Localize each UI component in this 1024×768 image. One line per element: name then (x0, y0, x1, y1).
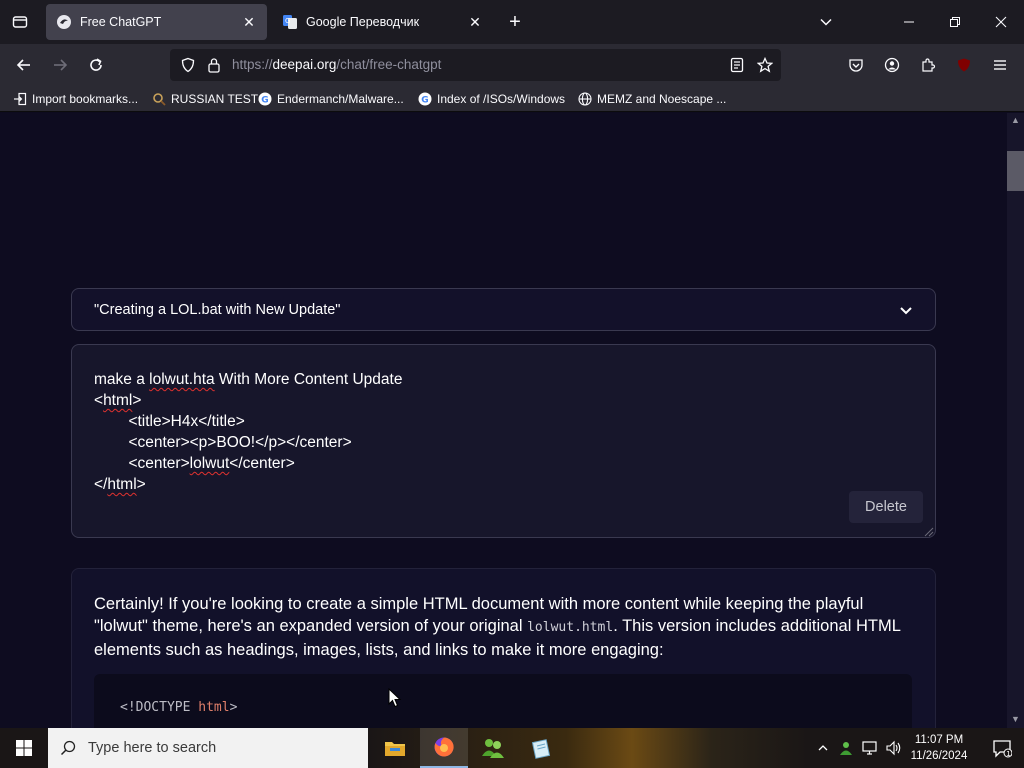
minimize-icon[interactable] (886, 0, 932, 44)
user-message-line: <center>lolwut</center> (94, 455, 295, 472)
notification-count: 1 (1006, 750, 1010, 758)
code-block: <!DOCTYPE html> (94, 674, 912, 728)
user-message-line: make a lolwut.hta With More Content Upda… (94, 371, 403, 388)
magnifier-favicon (151, 91, 167, 107)
chevron-down-icon[interactable] (897, 301, 915, 319)
page-viewport: "Creating a LOL.bat with New Update" mak… (0, 113, 1007, 728)
url-text[interactable]: https://deepai.org/chat/free-chatgpt (232, 57, 441, 72)
clock-date: 11/26/2024 (910, 750, 968, 762)
inline-code: lolwut.html (527, 620, 614, 635)
google-favicon: G (417, 91, 433, 107)
back-arrow-icon[interactable] (9, 50, 39, 80)
url-host: deepai.org (272, 57, 337, 72)
delete-button[interactable]: Delete (849, 491, 923, 523)
assistant-message-text: Certainly! If you're looking to create a… (94, 593, 914, 661)
notepad-app-icon[interactable] (518, 728, 566, 768)
assistant-message: Certainly! If you're looking to create a… (71, 568, 936, 728)
taskbar-search-box[interactable]: Type here to search (48, 728, 368, 768)
bookmark-label: Endermanch/Malware... (277, 92, 404, 106)
tracking-shield-icon[interactable] (178, 55, 198, 75)
scroll-up-arrow-icon[interactable]: ▲ (1007, 115, 1024, 127)
conversation-title-dropdown[interactable]: "Creating a LOL.bat with New Update" (71, 288, 936, 331)
ublock-extension-icon[interactable] (951, 52, 977, 78)
bookmark-memz[interactable]: MEMZ and Noescape ... (577, 90, 726, 108)
tab-free-chatgpt[interactable]: Free ChatGPT ✕ (46, 4, 267, 40)
bookmark-label: Import bookmarks... (32, 92, 139, 106)
resize-handle-icon[interactable] (922, 524, 934, 537)
bookmarks-toolbar: Import bookmarks... RUSSIAN TEST G Ender… (0, 86, 1024, 112)
code-line: <!DOCTYPE html> (120, 700, 238, 715)
close-tab-icon[interactable]: ✕ (241, 14, 257, 30)
user-message-line: </html> (94, 476, 146, 493)
windows-taskbar: Type here to search 11:07 PM 11/26/2024 … (0, 728, 1024, 768)
forward-arrow-icon[interactable] (45, 50, 75, 80)
windows-start-icon[interactable] (0, 728, 48, 768)
hamburger-menu-icon[interactable] (987, 52, 1013, 78)
svg-text:G: G (285, 17, 290, 25)
extensions-icon[interactable] (915, 52, 941, 78)
bookmark-import[interactable]: Import bookmarks... (12, 90, 138, 108)
close-window-icon[interactable] (978, 0, 1024, 44)
reload-icon[interactable] (81, 50, 111, 80)
navigation-toolbar: https://deepai.org/chat/free-chatgpt 20 (0, 44, 1024, 105)
bookmark-label: RUSSIAN TEST (171, 92, 259, 106)
search-placeholder: Type here to search (88, 740, 217, 756)
tab-google-translate[interactable]: G Google Переводчик ✕ (272, 4, 493, 40)
firefox-view-icon[interactable] (0, 0, 40, 44)
search-icon (48, 740, 88, 756)
url-scheme: https:// (232, 57, 273, 72)
bookmark-label: Index of /ISOs/Windows (437, 92, 566, 106)
bookmark-endermanch[interactable]: G Endermanch/Malware... (257, 90, 404, 108)
lock-icon[interactable] (204, 55, 224, 75)
taskbar-clock[interactable]: 11:07 PM 11/26/2024 (904, 732, 974, 764)
user-message-line: <center><p>BOO!</p></center> (94, 434, 352, 451)
bookmark-star-icon[interactable] (755, 55, 775, 75)
chevron-up-icon[interactable] (814, 728, 832, 768)
conversation-title: "Creating a LOL.bat with New Update" (94, 302, 341, 318)
network-icon[interactable] (860, 728, 882, 768)
user-message-line: <html> (94, 392, 142, 409)
close-tab-icon[interactable]: ✕ (467, 14, 483, 30)
restore-icon[interactable] (932, 0, 978, 44)
clock-time: 11:07 PM (914, 734, 964, 746)
account-icon[interactable] (879, 52, 905, 78)
globe-icon (577, 91, 593, 107)
volume-icon[interactable] (884, 728, 904, 768)
user-message-text[interactable]: make a lolwut.hta With More Content Upda… (94, 369, 402, 495)
user-message-line: <title>H4x</title> (94, 413, 245, 430)
scroll-thumb[interactable] (1007, 151, 1024, 191)
svg-text:G: G (421, 96, 428, 106)
address-bar[interactable]: https://deepai.org/chat/free-chatgpt (170, 49, 781, 81)
tab-title: Google Переводчик (306, 15, 420, 29)
firefox-icon[interactable] (420, 728, 468, 768)
mouse-pointer-icon (388, 687, 402, 708)
tab-title: Free ChatGPT (80, 15, 162, 29)
pocket-icon[interactable] (843, 52, 869, 78)
file-explorer-icon[interactable] (371, 728, 419, 768)
notification-center-icon[interactable]: 1 (980, 728, 1024, 768)
deepai-favicon (56, 14, 72, 30)
user-message-editor[interactable]: make a lolwut.hta With More Content Upda… (71, 344, 936, 538)
bookmark-isos-windows[interactable]: G Index of /ISOs/Windows (417, 90, 565, 108)
google-translate-favicon: G (282, 14, 298, 30)
reader-view-icon[interactable] (727, 55, 747, 75)
page-scrollbar[interactable]: ▲ ▼ (1007, 113, 1024, 728)
google-favicon: G (257, 91, 273, 107)
bookmark-russian-test[interactable]: RUSSIAN TEST (151, 90, 258, 108)
user-tray-icon[interactable] (836, 728, 856, 768)
svg-text:G: G (261, 96, 268, 106)
scroll-down-arrow-icon[interactable]: ▼ (1007, 714, 1024, 726)
bookmark-label: MEMZ and Noescape ... (597, 92, 727, 106)
url-path: /chat/free-chatgpt (336, 57, 442, 72)
import-icon (12, 91, 28, 107)
chevron-down-icon[interactable] (814, 10, 838, 34)
tab-bar: Free ChatGPT ✕ G Google Переводчик ✕ + (0, 0, 1024, 44)
users-app-icon[interactable] (469, 728, 517, 768)
new-tab-icon[interactable]: + (503, 10, 527, 34)
